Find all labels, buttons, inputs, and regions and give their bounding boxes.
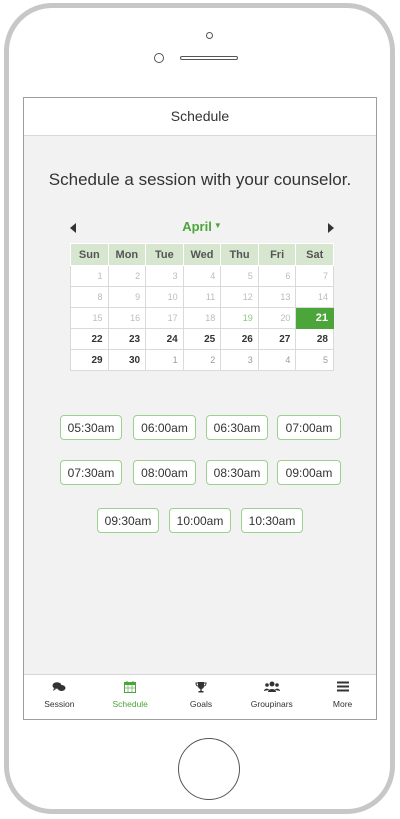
day-cell[interactable]: 22 xyxy=(70,328,109,350)
past-day-cell: 3 xyxy=(145,265,184,287)
weekday-header: Tue xyxy=(145,243,184,266)
group-icon xyxy=(236,681,307,695)
tab-more[interactable]: More xyxy=(307,675,376,719)
past-day-cell: 9 xyxy=(107,286,147,308)
tab-label: Goals xyxy=(189,699,213,709)
past-day-cell: 2 xyxy=(107,265,147,287)
past-day-cell: 4 xyxy=(182,265,222,287)
weekday-header: Sun xyxy=(70,243,109,266)
day-cell[interactable]: 26 xyxy=(220,328,259,350)
chevron-down-icon: ▼ xyxy=(213,221,222,230)
past-day-cell: 8 xyxy=(70,286,109,308)
tab-schedule[interactable]: Schedule xyxy=(95,675,166,719)
past-day-cell: 6 xyxy=(257,265,297,287)
calendar-week: 15 16 17 18 19 20 21 xyxy=(70,307,334,329)
time-slot-button[interactable]: 06:00am xyxy=(133,415,196,440)
proximity-sensor xyxy=(206,32,213,39)
past-day-cell: 14 xyxy=(295,286,334,308)
past-day-cell: 13 xyxy=(257,286,297,308)
chat-bubbles-icon xyxy=(24,681,95,695)
day-cell[interactable]: 28 xyxy=(295,328,334,350)
month-navigation: April ▼ xyxy=(70,219,334,239)
past-day-cell: 20 xyxy=(257,307,297,329)
time-slot-button[interactable]: 09:00am xyxy=(277,460,341,485)
earpiece-speaker xyxy=(180,56,238,60)
time-slot-button[interactable]: 10:30am xyxy=(241,508,303,533)
tab-label: Groupinars xyxy=(250,699,293,709)
tab-label: Schedule xyxy=(112,699,148,709)
day-cell[interactable]: 29 xyxy=(70,349,109,371)
past-day-cell: 11 xyxy=(182,286,222,308)
past-day-cell: 16 xyxy=(107,307,147,329)
weekday-header: Sat xyxy=(295,243,334,266)
calendar-grid: Sun Mon Tue Wed Thu Fri Sat 1 2 3 4 5 6 … xyxy=(70,243,334,371)
time-slot-button[interactable]: 09:30am xyxy=(97,508,159,533)
time-slot-button[interactable]: 10:00am xyxy=(169,508,231,533)
calendar-week: 8 9 10 11 12 13 14 xyxy=(70,286,334,308)
past-day-cell: 18 xyxy=(182,307,222,329)
past-day-cell: 17 xyxy=(145,307,184,329)
schedule-headline: Schedule a session with your counselor. xyxy=(48,170,352,189)
weekday-header: Wed xyxy=(182,243,222,266)
past-day-cell: 5 xyxy=(220,265,259,287)
day-cell[interactable]: 30 xyxy=(107,349,147,371)
time-slot-button[interactable]: 07:30am xyxy=(60,460,122,485)
bottom-tab-bar: Session Schedule Goals Groupinars More xyxy=(24,674,376,719)
month-selector[interactable]: April ▼ xyxy=(70,219,334,234)
trophy-icon xyxy=(166,681,237,695)
time-slot-button[interactable]: 06:30am xyxy=(206,415,268,440)
calendar-week: 29 30 1 2 3 4 5 xyxy=(70,349,334,371)
next-month-icon[interactable] xyxy=(328,223,334,233)
selected-day-cell[interactable]: 21 xyxy=(295,307,334,329)
calendar-week: 22 23 24 25 26 27 28 xyxy=(70,328,334,350)
day-cell[interactable]: 25 xyxy=(182,328,222,350)
tab-label: More xyxy=(332,699,353,709)
menu-icon xyxy=(307,681,376,695)
tab-session[interactable]: Session xyxy=(24,675,95,719)
front-camera xyxy=(154,53,164,63)
month-label: April xyxy=(182,219,212,234)
time-slot-button[interactable]: 07:00am xyxy=(277,415,341,440)
weekday-header: Fri xyxy=(257,243,297,266)
time-slot-button[interactable]: 08:30am xyxy=(206,460,268,485)
tab-label: Session xyxy=(44,699,75,709)
page-title: Schedule xyxy=(170,108,230,124)
home-button[interactable] xyxy=(178,738,240,800)
app-header: Schedule xyxy=(24,98,376,136)
tab-groupinars[interactable]: Groupinars xyxy=(236,675,307,719)
weekday-header: Mon xyxy=(107,243,147,266)
past-day-cell: 12 xyxy=(220,286,259,308)
day-cell[interactable]: 23 xyxy=(107,328,147,350)
day-cell[interactable]: 24 xyxy=(145,328,184,350)
past-day-cell: 10 xyxy=(145,286,184,308)
time-slot-button[interactable]: 08:00am xyxy=(133,460,196,485)
calendar-icon xyxy=(95,681,166,695)
past-day-cell: 19 xyxy=(220,307,259,329)
weekday-header: Thu xyxy=(220,243,259,266)
calendar-week: 1 2 3 4 5 6 7 xyxy=(70,265,334,287)
time-slot-button[interactable]: 05:30am xyxy=(60,415,122,440)
app-screen: Schedule Schedule a session with your co… xyxy=(23,97,377,720)
day-cell[interactable]: 27 xyxy=(257,328,297,350)
next-month-day-cell[interactable]: 1 xyxy=(145,349,184,371)
tab-goals[interactable]: Goals xyxy=(166,675,237,719)
next-month-day-cell[interactable]: 5 xyxy=(295,349,334,371)
past-day-cell: 7 xyxy=(295,265,334,287)
next-month-day-cell[interactable]: 4 xyxy=(257,349,297,371)
past-day-cell: 1 xyxy=(70,265,109,287)
weekday-header-row: Sun Mon Tue Wed Thu Fri Sat xyxy=(70,243,334,266)
next-month-day-cell[interactable]: 3 xyxy=(220,349,259,371)
next-month-day-cell[interactable]: 2 xyxy=(182,349,222,371)
past-day-cell: 15 xyxy=(70,307,109,329)
